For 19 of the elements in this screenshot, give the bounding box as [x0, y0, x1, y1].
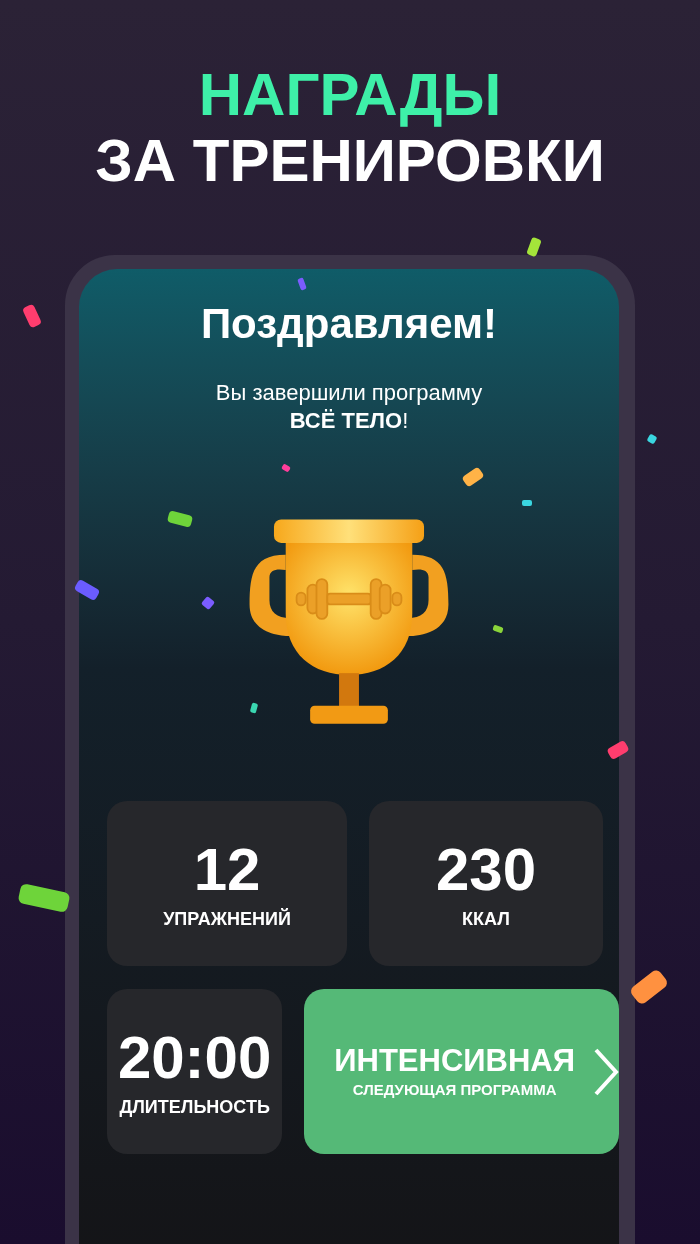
headline: НАГРАДЫ	[198, 62, 502, 128]
stat-value: 20:00	[117, 1024, 272, 1091]
chevron-right-icon	[593, 1046, 619, 1097]
next-program-button[interactable]: ИНТЕНСИВНАЯ СЛЕДУЮЩАЯ ПРОГРАММА	[304, 989, 619, 1154]
stat-label: УПРАЖНЕНИЙ	[163, 907, 291, 931]
confetti-piece	[296, 276, 308, 292]
program-name: ИНТЕНСИВНАЯ	[334, 1042, 575, 1079]
headline: ЗА ТРЕНИРОВКИ	[95, 128, 605, 194]
stat-label: ДЛИТЕЛЬНОСТЬ	[119, 1095, 270, 1119]
stat-label: ККАЛ	[462, 907, 510, 931]
confetti-piece	[491, 623, 505, 635]
confetti-piece	[520, 497, 534, 509]
program-caption: СЛЕДУЮЩАЯ ПРОГРАММА	[352, 1079, 557, 1100]
completion-message: Вы завершили программу ВСЁ ТЕЛО!	[215, 379, 483, 435]
screen-title: Поздравляем!	[200, 299, 498, 349]
stat-value: 12	[193, 836, 261, 903]
confetti-piece	[249, 701, 259, 715]
stat-value: 230	[435, 836, 537, 903]
confetti-piece	[280, 462, 292, 474]
